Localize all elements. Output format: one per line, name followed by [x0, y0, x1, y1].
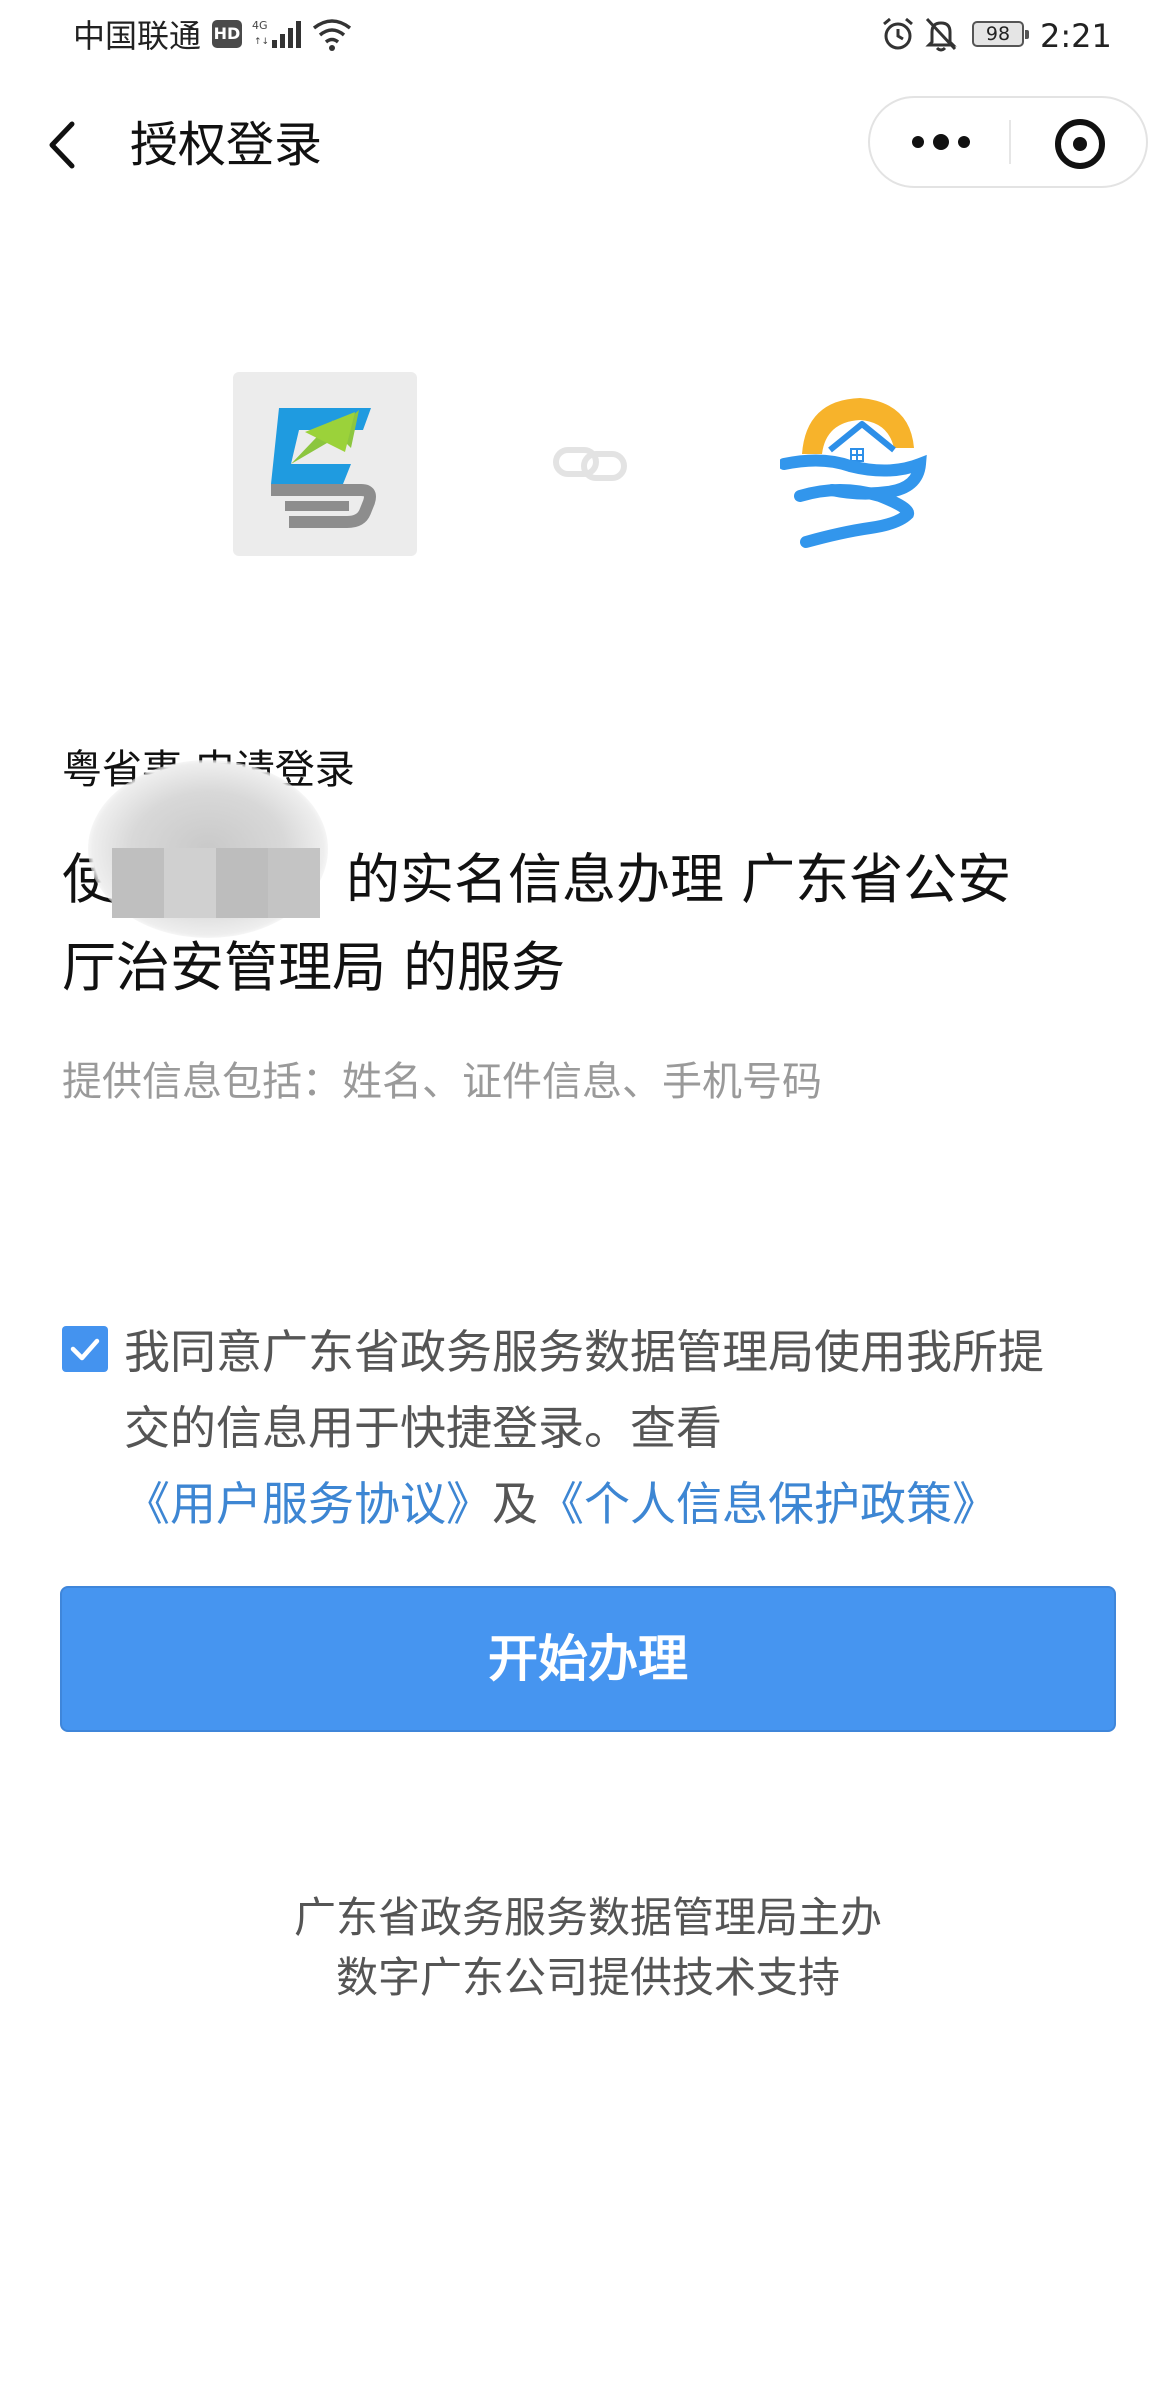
redaction-tile	[268, 848, 320, 918]
carrier-name: 中国联通	[73, 17, 202, 55]
footer: 广东省政务服务数据管理局主办 数字广东公司提供技术支持	[0, 1888, 1176, 2008]
close-target-dot	[1073, 137, 1087, 151]
agreement-statement: 我同意广东省政务服务数据管理局使用我所提交的信息用于快捷登录。查看	[124, 1325, 1044, 1455]
back-arrow-icon	[49, 121, 75, 169]
signal-icon: 4G ↑↓	[252, 19, 301, 48]
start-button[interactable]: 开始办理	[60, 1586, 1116, 1732]
network-type-label: 4G	[252, 19, 268, 32]
agreement-text: 我同意广东省政务服务数据管理局使用我所提交的信息用于快捷登录。查看《用户服务协议…	[124, 1314, 1084, 1542]
svg-text:↑↓: ↑↓	[254, 37, 269, 47]
more-button[interactable]	[870, 98, 1009, 186]
more-dots-icon	[933, 134, 949, 150]
agreement-conjunction: 及	[492, 1477, 538, 1531]
checkbox-checked-icon	[70, 1338, 100, 1361]
back-button[interactable]	[40, 110, 90, 180]
hd-badge: HD	[212, 20, 242, 48]
footer-sponsor: 广东省政务服务数据管理局主办	[293, 1893, 882, 1942]
footer-support: 数字广东公司提供技术支持	[335, 1953, 840, 2002]
link-chain-icon	[553, 447, 627, 481]
wifi-icon	[312, 19, 352, 51]
redaction-tile	[164, 848, 216, 918]
page-title: 授权登录	[130, 117, 323, 173]
user-agreement-link[interactable]: 《用户服务协议》	[124, 1477, 492, 1531]
redaction-tile	[216, 848, 268, 918]
bell-muted-icon	[925, 17, 957, 52]
close-button[interactable]	[1011, 98, 1146, 186]
agreement-checkbox[interactable]	[62, 1326, 108, 1372]
battery-indicator: 98	[972, 21, 1029, 47]
provided-info-list: 提供信息包括：姓名、证件信息、手机号码	[62, 1059, 822, 1105]
service-logo	[778, 392, 930, 552]
more-dots-icon	[912, 136, 924, 148]
description-line-1-rest: 的实名信息办理 广东省公安	[346, 848, 1012, 911]
alarm-icon	[883, 17, 913, 50]
mini-program-capsule	[868, 96, 1148, 188]
status-bar: 中国联通 HD 4G ↑↓ 98 2:21	[0, 0, 1176, 74]
more-dots-icon	[958, 136, 970, 148]
redaction-tile	[112, 848, 164, 918]
privacy-policy-link[interactable]: 《个人信息保护政策》	[538, 1477, 998, 1531]
yueshengshi-logo	[233, 372, 417, 556]
status-time: 2:21	[1040, 17, 1112, 55]
